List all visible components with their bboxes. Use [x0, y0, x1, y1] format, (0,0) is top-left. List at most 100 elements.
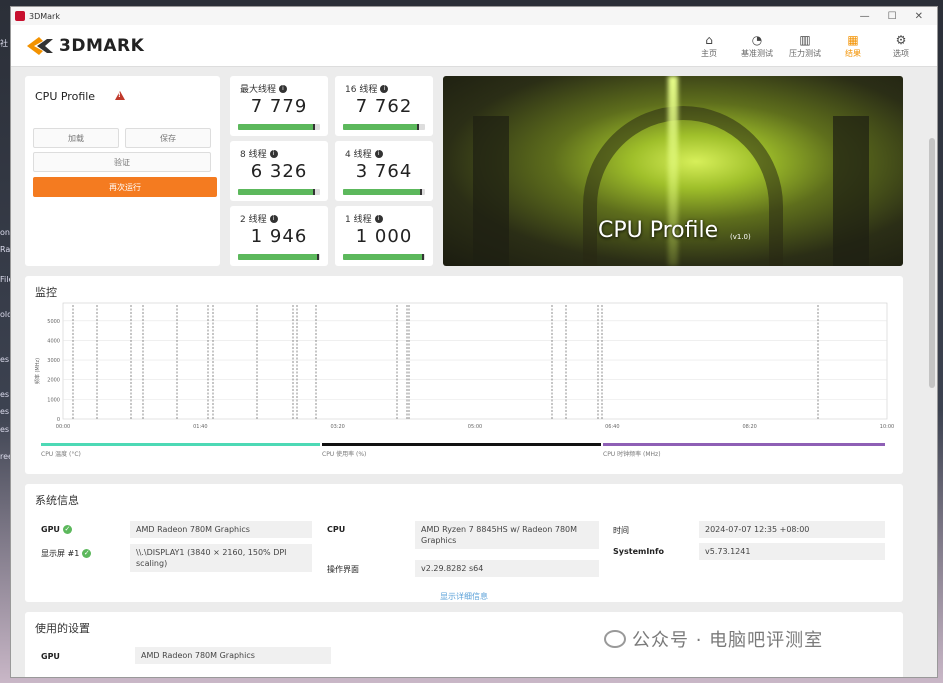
- chart-x-tick-label: 10:00: [880, 424, 894, 430]
- chart-y-tick-label: 1000: [47, 397, 60, 403]
- home-icon: ⌂: [705, 32, 713, 47]
- score-value: 6 326: [250, 161, 308, 182]
- score-label-wrap: 8 线程 i: [240, 147, 278, 160]
- score-label-wrap: 16 线程 i: [345, 82, 389, 95]
- score-card-16-threads: 16 线程 i 7 762: [335, 76, 433, 136]
- desktop-text-fragment: es: [0, 425, 10, 434]
- nav-benchmarks[interactable]: ◔ 基准测试: [739, 33, 775, 59]
- chart-y-tick-label: 4000: [47, 338, 60, 344]
- legend-bar-usage: [322, 443, 601, 446]
- chart-x-tick-label: 08:20: [742, 424, 756, 430]
- logo: 3DMARK: [25, 35, 144, 57]
- monitoring-card: 监控 0 1000 2000 3000 4000 5000 频率 (MHz) 00:00 01:…: [25, 276, 903, 474]
- desktop-text-fragment: es: [0, 390, 10, 399]
- score-label: 16 线程: [345, 85, 378, 95]
- score-bar: [238, 189, 320, 195]
- chart-x-tick-label: 00:00: [56, 424, 70, 430]
- chart-y-tick-label: 0: [57, 417, 60, 423]
- chart-x-tick-label: 06:40: [605, 424, 619, 430]
- chart-y-tick-label: 2000: [47, 378, 60, 384]
- score-value: 7 779: [250, 96, 308, 117]
- watermark-text: 公众号 · 电脑吧评测室: [632, 630, 824, 651]
- ui-version-key: 操作界面: [327, 565, 359, 574]
- score-bar-fill: [238, 189, 315, 195]
- score-card-max-threads: 最大线程 i 7 779: [230, 76, 328, 136]
- score-bar-marker: [419, 189, 422, 195]
- hero-version: (v1.0): [730, 233, 751, 241]
- cpu-key: CPU: [327, 525, 346, 534]
- score-value: 1 000: [355, 226, 413, 247]
- app-icon: [15, 11, 25, 21]
- scrollbar[interactable]: [929, 138, 935, 388]
- run-again-button[interactable]: 再次运行: [33, 177, 217, 197]
- chart-y-tick-label: 3000: [47, 358, 60, 364]
- score-bar-fill: [238, 254, 318, 260]
- close-icon[interactable]: ✕: [915, 11, 923, 22]
- chart-x-tick-label: 03:20: [330, 424, 344, 430]
- systeminfo-value: v5.73.1241: [699, 543, 885, 560]
- info-icon[interactable]: i: [374, 214, 383, 223]
- logo-text: 3DMARK: [59, 35, 145, 56]
- nav-results[interactable]: ▦ 结果: [835, 33, 871, 59]
- settings-gpu-value: AMD Radeon 780M Graphics: [135, 647, 331, 664]
- desktop-text-fragment: 社: [0, 39, 8, 48]
- title-bar: 3DMark — ☐ ✕: [11, 7, 937, 25]
- desktop-text-fragment: Ra: [0, 245, 11, 254]
- score-bar: [343, 254, 425, 260]
- gear-icon: ⚙: [895, 32, 907, 47]
- score-label: 2 线程: [240, 215, 267, 225]
- chart-plot-frame: [62, 302, 888, 420]
- hero-title: CPU Profile: [598, 218, 719, 243]
- chart-x-tick-label: 05:00: [468, 424, 482, 430]
- score-card-1-thread: 1 线程 i 1 000: [335, 206, 433, 266]
- score-bar: [238, 124, 320, 130]
- load-button[interactable]: 加载: [33, 128, 119, 148]
- check-icon: ✓: [62, 525, 72, 534]
- nav-benchmarks-label: 基准测试: [741, 48, 773, 58]
- score-label: 最大线程: [240, 85, 277, 95]
- save-button[interactable]: 保存: [125, 128, 211, 148]
- score-bar-marker: [313, 124, 316, 130]
- hero-pillar: [833, 116, 869, 266]
- ui-version-value: v2.29.8282 s64: [415, 560, 599, 577]
- score-card-2-threads: 2 线程 i 1 946: [230, 206, 328, 266]
- warning-icon[interactable]: [115, 91, 125, 100]
- nav-home[interactable]: ⌂ 主页: [691, 33, 727, 59]
- score-label: 1 线程: [345, 215, 372, 225]
- maximize-icon[interactable]: ☐: [888, 11, 897, 22]
- score-bar: [343, 124, 425, 130]
- info-icon[interactable]: i: [279, 84, 288, 93]
- info-icon[interactable]: i: [269, 149, 278, 158]
- time-value: 2024-07-07 12:35 +08:00: [699, 521, 885, 538]
- app-header: 3DMARK ⌂ 主页 ◔ 基准测试 ▥ 压力测试 ▦ 结果 ⚙ 选项: [11, 25, 937, 67]
- score-bar-marker: [316, 254, 319, 260]
- window-title: 3DMark: [29, 11, 60, 21]
- gpu-key-label: GPU: [41, 525, 60, 534]
- chart-y-tick-label: 5000: [47, 319, 60, 325]
- score-bar-marker: [313, 189, 316, 195]
- chart-y-axis-label: 频率 (MHz): [34, 358, 41, 384]
- nav-options[interactable]: ⚙ 选项: [883, 33, 919, 59]
- score-bar-fill: [238, 124, 315, 130]
- main-content: CPU Profile 加载 保存 验证 再次运行 最大线程i 7 779 16…: [11, 68, 937, 677]
- info-icon[interactable]: i: [269, 214, 278, 223]
- time-key: 时间: [613, 526, 629, 535]
- score-value: 3 764: [355, 161, 413, 182]
- info-icon[interactable]: i: [374, 149, 383, 158]
- legend-label-usage: CPU 使用率 (%): [322, 451, 367, 458]
- score-value: 7 762: [355, 96, 413, 117]
- system-info-card: 系统信息 GPU ✓ AMD Radeon 780M Graphics 显示屏 #…: [25, 484, 903, 602]
- show-details-link[interactable]: 显示详细信息: [25, 591, 903, 602]
- score-label: 8 线程: [240, 150, 267, 160]
- systeminfo-key: SystemInfo: [613, 547, 664, 556]
- validate-button[interactable]: 验证: [33, 152, 211, 172]
- score-bar: [343, 189, 425, 195]
- score-bar-fill: [343, 254, 424, 260]
- score-label: 4 线程: [345, 150, 372, 160]
- nav-stress-tests[interactable]: ▥ 压力测试: [787, 33, 823, 59]
- score-bar-fill: [343, 189, 421, 195]
- info-icon[interactable]: i: [380, 84, 389, 93]
- minimize-icon[interactable]: —: [860, 11, 870, 22]
- gpu-value: AMD Radeon 780M Graphics: [130, 521, 312, 538]
- hero-pillar: [473, 116, 509, 266]
